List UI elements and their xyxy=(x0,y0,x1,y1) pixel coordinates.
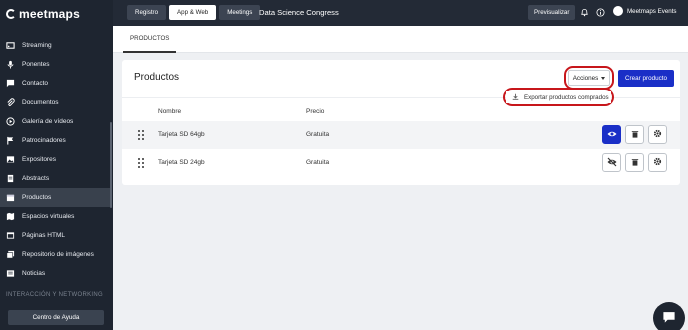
sidebar-item-galeria[interactable]: Galería de vídeos xyxy=(0,112,110,131)
logo-text: meetmaps xyxy=(19,7,80,21)
trash-icon xyxy=(631,130,639,140)
gear-icon xyxy=(653,129,662,140)
user-menu[interactable]: Meetmaps Events xyxy=(613,6,677,16)
chat-icon xyxy=(6,79,15,88)
product-name: Tarjeta SD 64gb xyxy=(158,131,205,138)
acciones-label: Acciones xyxy=(572,74,599,82)
streaming-icon xyxy=(6,41,15,50)
topbar-tabs: Registro App & Web Meetings xyxy=(127,5,261,20)
tab-registro[interactable]: Registro xyxy=(127,5,167,20)
box-icon xyxy=(6,193,15,202)
column-header-name: Nombre xyxy=(158,108,182,115)
video-icon xyxy=(6,117,15,126)
trash-icon xyxy=(631,158,639,168)
sidebar-section-label: INTERACCIÓN Y NETWORKING xyxy=(6,292,103,298)
sidebar-item-productos[interactable]: Productos xyxy=(0,188,110,207)
preview-button[interactable]: Previsualizar xyxy=(528,5,576,20)
user-name: Meetmaps Events xyxy=(627,7,677,15)
visibility-toggle-button[interactable] xyxy=(602,153,621,172)
section-tabs: PRODUCTOS xyxy=(113,26,688,53)
paperclip-icon xyxy=(6,98,15,107)
download-icon xyxy=(512,93,519,102)
sidebar-item-noticias[interactable]: Noticias xyxy=(0,264,110,283)
chat-widget-button[interactable] xyxy=(653,302,685,330)
product-price: Gratuita xyxy=(306,159,330,166)
chat-bubble-icon xyxy=(662,310,676,326)
sidebar-item-label: Streaming xyxy=(22,42,52,49)
drag-handle-icon[interactable] xyxy=(138,158,144,168)
sidebar-item-label: Abstracts xyxy=(22,175,50,182)
gear-icon xyxy=(653,157,662,168)
product-price: Gratuita xyxy=(306,131,330,138)
visibility-toggle-button[interactable] xyxy=(602,125,621,144)
info-icon[interactable] xyxy=(595,7,605,17)
column-header-price: Precio xyxy=(306,108,325,115)
product-name: Tarjeta SD 24gb xyxy=(158,159,205,166)
eye-icon xyxy=(607,129,617,141)
images-icon xyxy=(6,250,15,259)
sidebar-nav: Streaming Ponentes Contacto Documentos G… xyxy=(0,36,110,283)
drag-handle-icon[interactable] xyxy=(138,130,144,140)
tab-app-web[interactable]: App & Web xyxy=(169,5,217,20)
sidebar-scrollbar[interactable] xyxy=(110,122,112,208)
tab-productos[interactable]: PRODUCTOS xyxy=(123,26,177,53)
app-logo[interactable]: meetmaps xyxy=(6,7,80,21)
sidebar-item-label: Patrocinadores xyxy=(22,137,66,144)
sidebar-item-abstracts[interactable]: Abstracts xyxy=(0,169,110,188)
acciones-menu-item-export[interactable]: Exportar productos comprados xyxy=(506,91,611,103)
logo-icon xyxy=(6,9,16,19)
topbar: Registro App & Web Meetings Data Science… xyxy=(113,0,688,26)
sidebar-item-label: Productos xyxy=(22,194,52,201)
sidebar-item-espacios[interactable]: Espacios virtuales xyxy=(0,207,110,226)
sidebar-item-repositorio[interactable]: Repositorio de imágenes xyxy=(0,245,110,264)
sidebar-item-patrocinadores[interactable]: Patrocinadores xyxy=(0,131,110,150)
caret-down-icon xyxy=(601,76,606,80)
create-product-button[interactable]: Crear producto xyxy=(618,70,674,87)
event-name: Data Science Congress xyxy=(259,8,339,17)
map-icon xyxy=(6,212,15,221)
sidebar: meetmaps Streaming Ponentes Contacto Doc… xyxy=(0,0,113,330)
sidebar-item-label: Contacto xyxy=(22,80,49,87)
sidebar-item-label: Expositores xyxy=(22,156,56,163)
sidebar-item-expositores[interactable]: Expositores xyxy=(0,150,110,169)
sidebar-item-label: Espacios virtuales xyxy=(22,213,75,220)
sidebar-item-label: Documentos xyxy=(22,99,59,106)
page-title: Productos xyxy=(134,72,180,83)
image-icon xyxy=(6,155,15,164)
sidebar-item-contacto[interactable]: Contacto xyxy=(0,74,110,93)
sidebar-item-label: Páginas HTML xyxy=(22,232,65,239)
export-label: Exportar productos comprados xyxy=(524,93,609,101)
avatar xyxy=(613,6,623,16)
tab-meetings[interactable]: Meetings xyxy=(219,5,261,20)
settings-button[interactable] xyxy=(648,153,667,172)
microphone-icon xyxy=(6,60,15,69)
delete-button[interactable] xyxy=(625,153,644,172)
sidebar-item-label: Galería de vídeos xyxy=(22,118,74,125)
eye-off-icon xyxy=(607,157,617,169)
news-icon xyxy=(6,269,15,278)
sidebar-item-label: Noticias xyxy=(22,270,46,277)
acciones-dropdown-button[interactable]: Acciones xyxy=(568,70,610,86)
sidebar-item-label: Ponentes xyxy=(22,61,50,68)
bell-icon[interactable] xyxy=(579,7,589,17)
products-card: Productos Acciones Crear producto Nombre… xyxy=(122,60,680,185)
sidebar-item-streaming[interactable]: Streaming xyxy=(0,36,110,55)
sidebar-item-documentos[interactable]: Documentos xyxy=(0,93,110,112)
sidebar-item-label: Repositorio de imágenes xyxy=(22,251,94,258)
sidebar-item-ponentes[interactable]: Ponentes xyxy=(0,55,110,74)
help-center-button[interactable]: Centro de Ayuda xyxy=(8,310,104,325)
layout-icon xyxy=(6,231,15,240)
flag-icon xyxy=(6,136,15,145)
sidebar-item-paginas[interactable]: Páginas HTML xyxy=(0,226,110,245)
table-row: Tarjeta SD 24gb Gratuita xyxy=(122,149,680,177)
delete-button[interactable] xyxy=(625,125,644,144)
document-icon xyxy=(6,174,15,183)
settings-button[interactable] xyxy=(648,125,667,144)
table-row: Tarjeta SD 64gb Gratuita xyxy=(122,121,680,149)
